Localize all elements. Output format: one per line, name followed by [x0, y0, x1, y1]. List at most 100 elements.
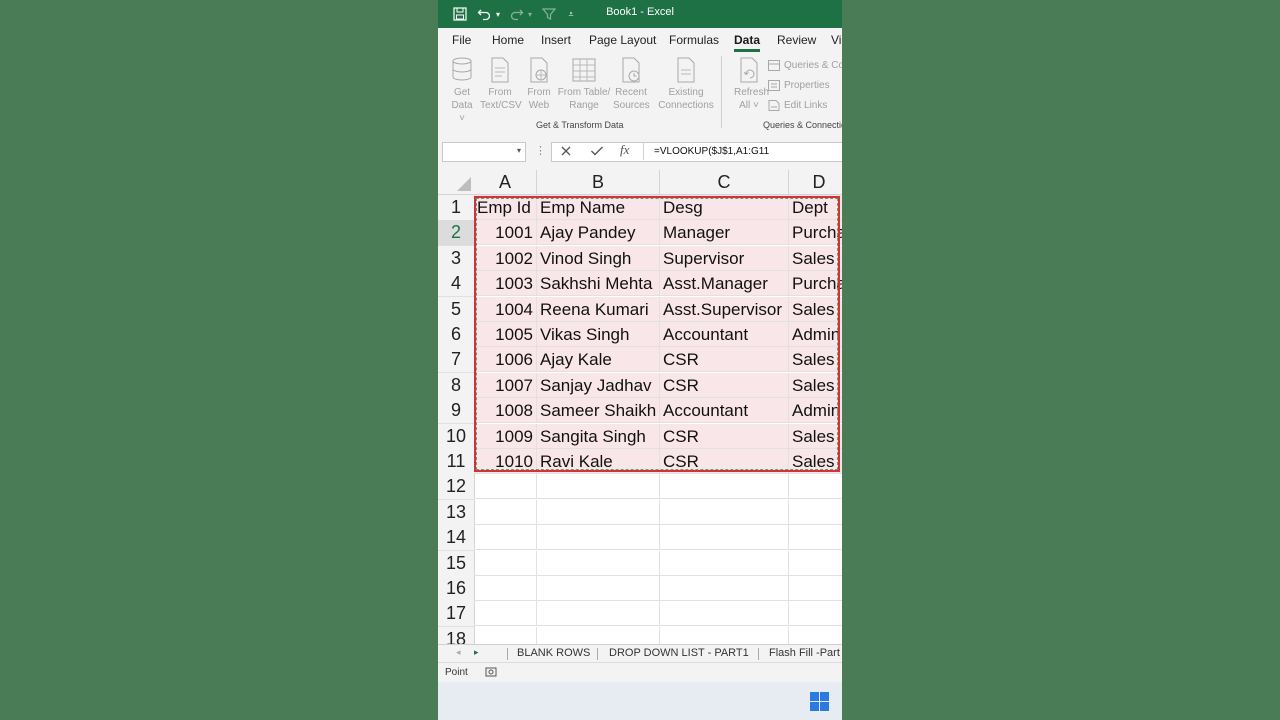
row-header-6[interactable]: 6: [438, 322, 475, 348]
row-header-1[interactable]: 1: [438, 195, 475, 221]
refresh-all-button[interactable]: Refresh All ˅: [734, 56, 769, 112]
cell-a10[interactable]: 1009: [474, 424, 537, 449]
column-header-d[interactable]: D: [789, 170, 842, 195]
cell-b13[interactable]: [537, 500, 660, 525]
cell-b7[interactable]: Ajay Kale: [537, 347, 660, 372]
cell-b6[interactable]: Vikas Singh: [537, 322, 660, 347]
cell-b2[interactable]: Ajay Pandey: [537, 220, 660, 245]
column-header-b[interactable]: B: [537, 170, 660, 195]
row-header-4[interactable]: 4: [438, 271, 475, 297]
cancel-icon[interactable]: [560, 144, 572, 162]
cell-d8[interactable]: Sales: [789, 373, 842, 398]
cell-b11[interactable]: Ravi Kale: [537, 449, 660, 474]
row-header-15[interactable]: 15: [438, 551, 475, 577]
cell-a2[interactable]: 1001: [474, 220, 537, 245]
cell-c7[interactable]: CSR: [660, 347, 789, 372]
cell-d5[interactable]: Sales: [789, 297, 842, 322]
cell-c17[interactable]: [660, 601, 789, 626]
cell-d13[interactable]: [789, 500, 842, 525]
tab-insert[interactable]: Insert: [541, 33, 571, 47]
cell-c15[interactable]: [660, 551, 789, 576]
row-header-18[interactable]: 18: [438, 627, 475, 644]
name-box-dropdown-icon[interactable]: ▾: [517, 146, 521, 155]
cell-c13[interactable]: [660, 500, 789, 525]
from-text-csv-button[interactable]: From Text/CSV: [480, 56, 522, 112]
cell-a9[interactable]: 1008: [474, 398, 537, 423]
windows-start-icon[interactable]: [810, 692, 829, 716]
properties-button[interactable]: Properties: [768, 80, 830, 91]
cell-b3[interactable]: Vinod Singh: [537, 246, 660, 271]
row-header-7[interactable]: 7: [438, 347, 475, 373]
get-data-button[interactable]: Get Data ˅: [448, 56, 476, 125]
cell-c8[interactable]: CSR: [660, 373, 789, 398]
cell-a5[interactable]: 1004: [474, 297, 537, 322]
cell-c10[interactable]: CSR: [660, 424, 789, 449]
recent-sources-button[interactable]: Recent Sources: [613, 56, 650, 112]
row-header-10[interactable]: 10: [438, 424, 475, 450]
cell-a16[interactable]: [474, 576, 537, 601]
cell-b1[interactable]: Emp Name: [537, 195, 660, 220]
row-header-16[interactable]: 16: [438, 576, 475, 602]
row-header-11[interactable]: 11: [438, 449, 475, 475]
enter-check-icon[interactable]: [590, 144, 604, 162]
cell-c2[interactable]: Manager: [660, 220, 789, 245]
tab-data[interactable]: Data: [734, 33, 761, 52]
cell-d1[interactable]: Dept: [789, 195, 842, 220]
cell-d10[interactable]: Sales: [789, 424, 842, 449]
cell-b16[interactable]: [537, 576, 660, 601]
cell-a3[interactable]: 1002: [474, 246, 537, 271]
cell-d6[interactable]: Admin: [789, 322, 842, 347]
cell-d4[interactable]: Purcha: [789, 271, 842, 296]
scroll-right-icon[interactable]: ▸: [474, 647, 479, 658]
insert-function-icon[interactable]: fx: [620, 142, 629, 158]
cell-b9[interactable]: Sameer Shaikh: [537, 398, 660, 423]
sheet-tab-blank-rows[interactable]: BLANK ROWS: [517, 647, 590, 659]
cell-c4[interactable]: Asst.Manager: [660, 271, 789, 296]
cell-c9[interactable]: Accountant: [660, 398, 789, 423]
row-header-9[interactable]: 9: [438, 398, 475, 424]
row-header-14[interactable]: 14: [438, 525, 475, 551]
name-box[interactable]: ▾: [442, 142, 526, 162]
cell-d12[interactable]: [789, 474, 842, 499]
cell-b10[interactable]: Sangita Singh: [537, 424, 660, 449]
row-header-8[interactable]: 8: [438, 373, 475, 399]
column-header-c[interactable]: C: [660, 170, 789, 195]
cell-b14[interactable]: [537, 525, 660, 550]
cell-d16[interactable]: [789, 576, 842, 601]
tab-home[interactable]: Home: [492, 33, 524, 47]
cell-c16[interactable]: [660, 576, 789, 601]
cell-a12[interactable]: [474, 474, 537, 499]
cell-c1[interactable]: Desg: [660, 195, 789, 220]
row-header-12[interactable]: 12: [438, 474, 475, 500]
sheet-tab-flash-fill[interactable]: Flash Fill -Part: [769, 647, 840, 659]
cell-c18[interactable]: [660, 627, 789, 644]
tab-review[interactable]: Review: [777, 33, 816, 47]
cell-a13[interactable]: [474, 500, 537, 525]
accessibility-icon[interactable]: [485, 666, 497, 681]
cell-a1[interactable]: Emp Id: [474, 195, 537, 220]
cell-c11[interactable]: CSR: [660, 449, 789, 474]
cell-d14[interactable]: [789, 525, 842, 550]
row-header-13[interactable]: 13: [438, 500, 475, 526]
cell-b4[interactable]: Sakhshi Mehta: [537, 271, 660, 296]
cell-b17[interactable]: [537, 601, 660, 626]
cell-b12[interactable]: [537, 474, 660, 499]
cell-c3[interactable]: Supervisor: [660, 246, 789, 271]
from-web-button[interactable]: From Web: [526, 56, 552, 112]
cell-d9[interactable]: Admin: [789, 398, 842, 423]
from-table-range-button[interactable]: From Table/ Range: [556, 56, 612, 112]
tab-view[interactable]: Vi: [831, 33, 841, 47]
row-header-17[interactable]: 17: [438, 601, 475, 627]
row-header-3[interactable]: 3: [438, 246, 475, 272]
cell-a4[interactable]: 1003: [474, 271, 537, 296]
sheet-tab-drop-down-list[interactable]: DROP DOWN LIST - PART1: [609, 647, 749, 659]
cell-a11[interactable]: 1010: [474, 449, 537, 474]
edit-links-button[interactable]: Edit Links: [768, 100, 827, 111]
select-all-corner[interactable]: [438, 170, 475, 195]
tab-page-layout[interactable]: Page Layout: [589, 33, 656, 47]
cell-b15[interactable]: [537, 551, 660, 576]
cell-d11[interactable]: Sales: [789, 449, 842, 474]
cell-b5[interactable]: Reena Kumari: [537, 297, 660, 322]
worksheet-grid[interactable]: A B C D 1 2 3 4 5 6 7 8 9 10 11 12 13 14 15 16 17 18 Emp …: [438, 170, 842, 644]
queries-connections-button[interactable]: Queries & Co: [768, 60, 842, 71]
